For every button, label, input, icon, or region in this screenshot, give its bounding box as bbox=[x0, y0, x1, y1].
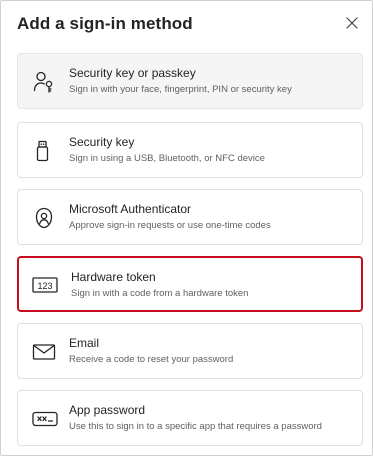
method-description: Sign in with a code from a hardware toke… bbox=[71, 288, 249, 299]
dialog-header: Add a sign-in method bbox=[17, 13, 360, 35]
add-sign-in-method-dialog: Add a sign-in method Security key or pas… bbox=[0, 0, 373, 456]
usb-key-icon bbox=[32, 139, 56, 163]
svg-text:123: 123 bbox=[37, 281, 52, 291]
method-label: Security key or passkey bbox=[69, 66, 196, 80]
method-label: App password bbox=[69, 403, 146, 417]
method-app-password[interactable]: App password Use this to sign in to a sp… bbox=[17, 390, 363, 446]
method-hardware-token[interactable]: 123 Hardware token Sign in with a code f… bbox=[17, 256, 363, 312]
method-description: Approve sign-in requests or use one-time… bbox=[69, 220, 271, 231]
method-description: Use this to sign in to a specific app th… bbox=[69, 421, 322, 432]
method-label: Hardware token bbox=[71, 270, 156, 284]
method-description: Sign in with your face, fingerprint, PIN… bbox=[69, 84, 292, 95]
method-description: Sign in using a USB, Bluetooth, or NFC d… bbox=[69, 153, 265, 164]
method-label: Microsoft Authenticator bbox=[69, 202, 192, 216]
method-microsoft-authenticator[interactable]: Microsoft Authenticator Approve sign-in … bbox=[17, 189, 363, 245]
number-123-icon: 123 bbox=[32, 273, 58, 297]
method-security-key-or-passkey[interactable]: Security key or passkey Sign in with you… bbox=[17, 53, 363, 109]
method-label: Security key bbox=[69, 135, 135, 149]
method-label: Email bbox=[69, 336, 100, 350]
close-icon bbox=[346, 17, 358, 29]
mail-icon bbox=[32, 340, 56, 364]
method-security-key[interactable]: Security key Sign in using a USB, Blueto… bbox=[17, 122, 363, 178]
passkey-person-key-icon bbox=[32, 70, 56, 94]
dialog-title: Add a sign-in method bbox=[17, 14, 193, 33]
method-description: Receive a code to reset your password bbox=[69, 354, 234, 365]
authenticator-lock-icon bbox=[32, 206, 56, 230]
password-icon bbox=[32, 407, 58, 431]
close-button[interactable] bbox=[344, 15, 360, 31]
method-email[interactable]: Email Receive a code to reset your passw… bbox=[17, 323, 363, 379]
